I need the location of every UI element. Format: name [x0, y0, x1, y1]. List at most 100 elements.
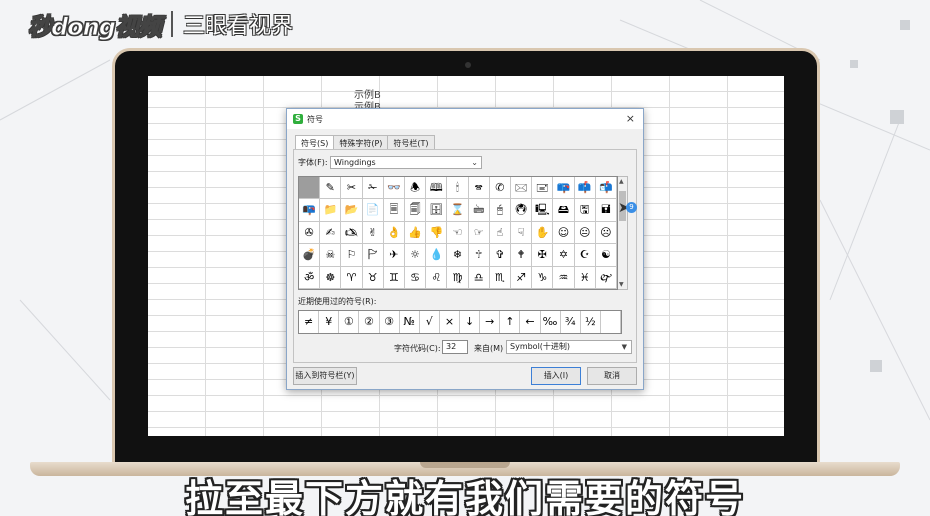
- symbol-cell[interactable]: ☼: [405, 244, 427, 267]
- symbol-cell[interactable]: 🗐: [405, 199, 427, 222]
- from-select[interactable]: Symbol(十进制) ▼: [506, 340, 632, 354]
- symbol-cell[interactable]: 🖴: [553, 199, 575, 222]
- tab-symbols[interactable]: 符号(S): [295, 135, 335, 150]
- symbol-cell[interactable]: ✋: [532, 221, 554, 245]
- symbol-cell[interactable]: ☜: [447, 221, 469, 245]
- symbol-cell[interactable]: 📬: [595, 177, 617, 200]
- symbol-cell[interactable]: 😐: [574, 221, 596, 245]
- symbol-cell[interactable]: ✞: [489, 244, 511, 267]
- symbol-cell[interactable]: ■: [363, 288, 384, 289]
- insert-button[interactable]: 插入(I): [531, 367, 581, 385]
- recent-symbol-cell[interactable]: ↓: [460, 311, 481, 333]
- symbol-cell[interactable]: 📁: [320, 199, 342, 222]
- symbol-cell[interactable]: ☺: [553, 221, 575, 245]
- recent-symbol-cell[interactable]: ①: [339, 311, 360, 333]
- font-select[interactable]: Wingdings ⌄: [330, 156, 482, 169]
- recent-symbol-cell[interactable]: →: [480, 311, 501, 333]
- symbol-cell[interactable]: 🗄: [426, 199, 448, 222]
- symbol-cell[interactable]: 👌: [383, 221, 405, 245]
- symbol-cell[interactable]: ♒: [553, 266, 575, 289]
- char-code-input[interactable]: 32: [442, 340, 468, 354]
- symbol-cell[interactable]: ♈: [341, 266, 363, 289]
- symbol-cell[interactable]: 🕯: [447, 177, 469, 200]
- symbol-cell[interactable]: 💣: [299, 244, 321, 267]
- recent-symbol-cell[interactable]: [601, 311, 621, 333]
- symbol-cell[interactable]: ⌛: [447, 199, 469, 222]
- recent-symbol-cell[interactable]: ‰: [541, 311, 561, 333]
- close-icon[interactable]: ×: [626, 112, 635, 125]
- symbol-cell[interactable]: ☠: [320, 244, 342, 267]
- symbol-cell[interactable]: ✇: [299, 221, 321, 245]
- symbol-cell[interactable]: 🙵: [299, 288, 321, 289]
- symbol-cell[interactable]: 📫: [574, 177, 596, 200]
- insert-to-bar-button[interactable]: 插入到符号栏(Y): [293, 367, 357, 385]
- recent-symbol-cell[interactable]: ½: [581, 311, 601, 333]
- symbol-cell[interactable]: [299, 177, 321, 200]
- symbol-cell[interactable]: 🖮: [468, 199, 490, 222]
- symbol-cell[interactable]: ♊: [383, 266, 405, 289]
- symbol-cell[interactable]: ✍: [320, 221, 342, 245]
- symbol-cell[interactable]: ⌧: [575, 288, 596, 289]
- symbol-cell[interactable]: 🖲: [511, 199, 533, 222]
- symbol-cell[interactable]: 📂: [341, 199, 363, 222]
- symbol-cell[interactable]: 🕆: [468, 244, 490, 267]
- recent-symbol-cell[interactable]: √: [420, 311, 440, 333]
- symbol-cell[interactable]: ❍: [341, 288, 363, 289]
- symbol-cell[interactable]: 🖫: [574, 199, 596, 222]
- recent-symbol-cell[interactable]: №: [400, 311, 420, 333]
- symbol-cell[interactable]: 🖰: [489, 199, 511, 222]
- symbol-cell[interactable]: ✌: [362, 221, 384, 245]
- symbol-cell[interactable]: 📭: [299, 199, 321, 222]
- recent-symbol-cell[interactable]: ×: [440, 311, 460, 333]
- symbol-cell[interactable]: 👍: [405, 221, 427, 245]
- symbol-cell[interactable]: ⬥: [553, 288, 575, 289]
- symbol-cell[interactable]: ☞: [468, 221, 490, 245]
- recent-symbol-cell[interactable]: ②: [359, 311, 380, 333]
- symbol-cell[interactable]: ☹: [595, 221, 617, 245]
- symbol-cell[interactable]: ❑: [426, 288, 448, 289]
- symbol-cell[interactable]: ♑: [532, 266, 554, 289]
- tab-special-chars[interactable]: 特殊字符(P): [333, 135, 389, 149]
- symbol-cell[interactable]: ⬧: [469, 288, 490, 289]
- cancel-button[interactable]: 取消: [587, 367, 637, 385]
- symbol-cell[interactable]: 🕿: [468, 177, 490, 200]
- symbol-cell[interactable]: 🏱: [362, 244, 384, 267]
- symbol-cell[interactable]: ✆: [489, 177, 511, 200]
- symbol-cell[interactable]: ☯: [595, 244, 617, 267]
- recent-symbol-cell[interactable]: ≠: [299, 311, 320, 333]
- symbol-cell[interactable]: ॐ: [299, 266, 321, 289]
- symbol-cell[interactable]: ✡: [553, 244, 575, 267]
- symbol-cell[interactable]: 💧: [426, 244, 448, 267]
- symbol-cell[interactable]: ♓: [574, 266, 596, 289]
- scroll-up-icon[interactable]: ▲: [619, 178, 624, 185]
- recent-symbol-cell[interactable]: ¥: [319, 311, 340, 333]
- recent-symbol-cell[interactable]: ¾: [561, 311, 581, 333]
- symbol-cell[interactable]: ♐: [511, 266, 533, 289]
- symbol-cell[interactable]: 🖂: [511, 177, 533, 200]
- symbol-grid-scrollbar[interactable]: ▲ ▼: [618, 176, 628, 290]
- recent-symbol-cell[interactable]: ③: [380, 311, 400, 333]
- symbol-cell[interactable]: 🗏: [383, 199, 405, 222]
- symbol-cell[interactable]: ♍: [447, 266, 469, 289]
- symbol-cell[interactable]: 🕭: [405, 177, 427, 200]
- symbol-cell[interactable]: □: [384, 288, 405, 289]
- symbol-cell[interactable]: ✂: [341, 177, 363, 200]
- symbol-cell[interactable]: 📪: [553, 177, 575, 200]
- symbol-cell[interactable]: 📄: [362, 199, 384, 222]
- symbol-cell[interactable]: ◻: [405, 288, 427, 289]
- symbol-cell[interactable]: 🕮: [426, 177, 448, 200]
- symbol-cell[interactable]: ♉: [362, 266, 384, 289]
- recent-symbol-cell[interactable]: ↑: [500, 311, 521, 333]
- symbol-cell[interactable]: ☪: [574, 244, 596, 267]
- symbol-cell[interactable]: 🖃: [532, 177, 554, 200]
- symbol-cell[interactable]: 🖬: [595, 199, 617, 222]
- symbol-cell[interactable]: ☸: [320, 266, 342, 289]
- symbol-cell[interactable]: ✁: [362, 177, 384, 200]
- symbol-cell[interactable]: 👓: [383, 177, 405, 200]
- symbol-cell[interactable]: ⧫: [490, 288, 511, 289]
- symbol-cell[interactable]: 🕈: [511, 244, 533, 267]
- symbol-cell[interactable]: 🙰: [595, 266, 617, 289]
- symbol-cell[interactable]: 🖎: [341, 221, 363, 245]
- tab-symbol-bar[interactable]: 符号栏(T): [387, 135, 435, 149]
- recent-symbol-cell[interactable]: ←: [520, 311, 541, 333]
